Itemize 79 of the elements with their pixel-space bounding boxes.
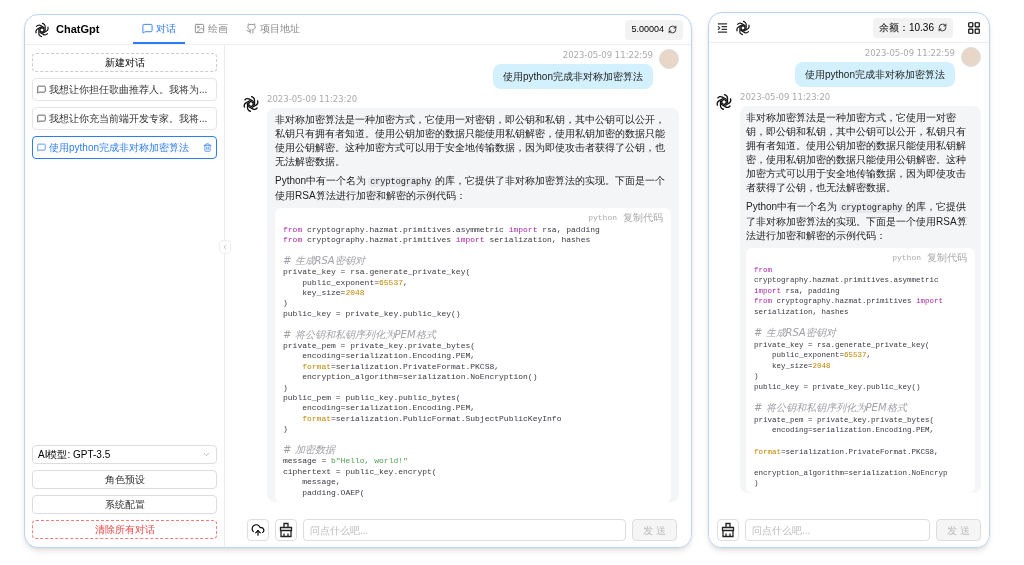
conversation-item[interactable]: 我想让你充当前端开发专家。我将...	[32, 107, 217, 130]
code-line: key_size=2048	[301, 287, 366, 299]
code-line: public_exponent=65537,	[301, 277, 409, 288]
copy-code-link[interactable]: 复制代码	[927, 250, 967, 265]
clear-button[interactable]	[275, 519, 297, 541]
broom-icon	[720, 522, 736, 538]
code-line: encryption_algorithm=serialization.NoEncryption()	[301, 372, 539, 383]
brand-title: ChatGpt	[56, 22, 100, 38]
code-line: from cryptography.hazmat.primitives import serialization, hashes	[283, 234, 592, 246]
chat-icon	[142, 23, 153, 34]
cloud-upload-icon	[251, 523, 265, 537]
menu-icon[interactable]	[717, 22, 728, 33]
code-line: encoding=serialization.Encoding.PEM,	[301, 351, 477, 362]
code-language: python	[588, 211, 617, 224]
code-line: format=serialization.PrivateFormat.PKCS8,	[301, 361, 501, 373]
logo-icon	[241, 93, 261, 114]
code-line: message = b"Hello, world!"	[283, 456, 409, 467]
answer-paragraph: Python中有一个名为 cryptography 的库，它提供了非对称加密算法的实现。下面是一个使用RSA算法进行加密和解密的示例代码：	[275, 173, 667, 203]
code-line: )	[283, 382, 289, 393]
chevron-down-icon	[202, 450, 211, 459]
code-line: private_key = rsa.generate_private_key(	[283, 267, 472, 278]
code-line: encoding=serialization.Encoding.PEM,	[301, 403, 477, 414]
logo-icon	[714, 91, 734, 112]
user-message: 使用python完成非对称加密算法	[794, 61, 955, 87]
code-line: format=serialization.PublicFormat.SubjectPublicKeyInfo	[301, 413, 563, 425]
answer-paragraph: 非对称加密算法是一种加密方式，它使用一对密钥，即公钥和私钥，其中公钥可以公开，私钥只有拥有者知道。使用公钥加密的数据只能使用私钥解密，使用私钥加密的数据只能使用公钥解密。这种加密方式可以用于安全地传输数据，因为即使攻击者获得了公钥，也无法解密数据。	[746, 110, 967, 195]
grid-icon[interactable]	[967, 20, 981, 35]
balance-button[interactable]: 余额：10.36	[872, 17, 953, 38]
conversation-item[interactable]: 我想让你担任歌曲推荐人。我将为...	[32, 78, 217, 101]
new-chat-button[interactable]: 新建对话	[32, 53, 217, 72]
sidebar-button[interactable]: 角色预设	[32, 470, 217, 489]
chevron-left-icon	[221, 243, 229, 251]
chat-icon	[37, 143, 46, 152]
answer-paragraph: 非对称加密算法是一种加密方式，它使用一对密钥，即公钥和私钥，其中公钥可以公开，私钥只有拥有者知道。使用公钥加密的数据只能使用私钥解密，使用私钥加密的数据只能使用公钥解密。这种加密方式可以用于安全地传输数据，因为即使攻击者获得了公钥，也无法解密数据。	[275, 112, 666, 169]
answer-paragraph: Python中有一个名为 cryptography 的库，它提供了非对称加密算法的实现。下面是一个使用RSA算法进行加密和解密的示例代码：	[746, 199, 968, 243]
broom-icon	[278, 522, 294, 538]
chat-icon	[37, 114, 46, 123]
copy-code-link[interactable]: 复制代码	[623, 210, 663, 225]
chat-icon	[37, 85, 46, 94]
balance-button[interactable]: 5.00004	[625, 19, 683, 40]
github-icon	[246, 23, 257, 34]
user-avatar	[659, 49, 679, 69]
message-time: 2023-05-09 11:22:59	[864, 47, 955, 60]
user-message: 使用python完成非对称加密算法	[492, 63, 653, 89]
message-time: 2023-05-09 11:23:20	[267, 92, 359, 106]
message-time: 2023-05-09 11:22:59	[562, 49, 653, 62]
logo-icon	[33, 20, 51, 39]
code-line: public_pem = public_key.public_bytes(	[283, 392, 462, 404]
image-icon	[194, 23, 205, 34]
conversation-item[interactable]: 使用python完成非对称加密算法	[32, 136, 217, 159]
refresh-icon	[668, 25, 677, 34]
clear-button[interactable]	[717, 519, 739, 541]
code-line: ciphertext = public_key.encrypt(	[283, 466, 438, 478]
code-line: # 将公钥和私钥序列化为PEM格式	[283, 329, 438, 341]
code-line: message,	[301, 477, 342, 488]
user-avatar	[961, 47, 981, 67]
code-line: # 生成RSA密钥对	[283, 255, 367, 268]
refresh-icon	[938, 23, 947, 32]
nav-tab[interactable]: 绘画	[185, 15, 237, 44]
upload-button[interactable]	[247, 519, 269, 541]
code-line: private_pem = private_key.private_bytes(	[283, 340, 477, 352]
code-line: # 生成RSA密钥对	[754, 328, 838, 340]
delete-icon	[203, 143, 212, 152]
code-line: public_key = private_key.public_key()	[283, 308, 462, 320]
sidebar-button[interactable]: 系统配置	[32, 495, 217, 514]
sidebar-button[interactable]: 清除所有对话	[32, 520, 217, 539]
code-line: )	[283, 298, 289, 309]
nav-tab[interactable]: 项目地址	[237, 15, 309, 44]
model-select[interactable]: AI模型: GPT-3.5	[32, 445, 217, 464]
code-line: )	[283, 424, 289, 435]
code-line: padding.OAEP(	[301, 487, 366, 498]
message-time: 2023-05-09 11:23:20	[740, 90, 832, 104]
code-language: python	[892, 251, 921, 264]
logo-icon	[734, 18, 752, 37]
code-line: # 加密数据	[283, 445, 337, 457]
code-line: from cryptography.hazmat.primitives.asymmetric import rsa, padding	[283, 224, 601, 235]
nav-tab[interactable]: 对话	[133, 15, 185, 44]
collapse-handle[interactable]	[219, 240, 231, 254]
code-line: # 将公钥和私钥序列化为PEM格式	[754, 403, 909, 415]
